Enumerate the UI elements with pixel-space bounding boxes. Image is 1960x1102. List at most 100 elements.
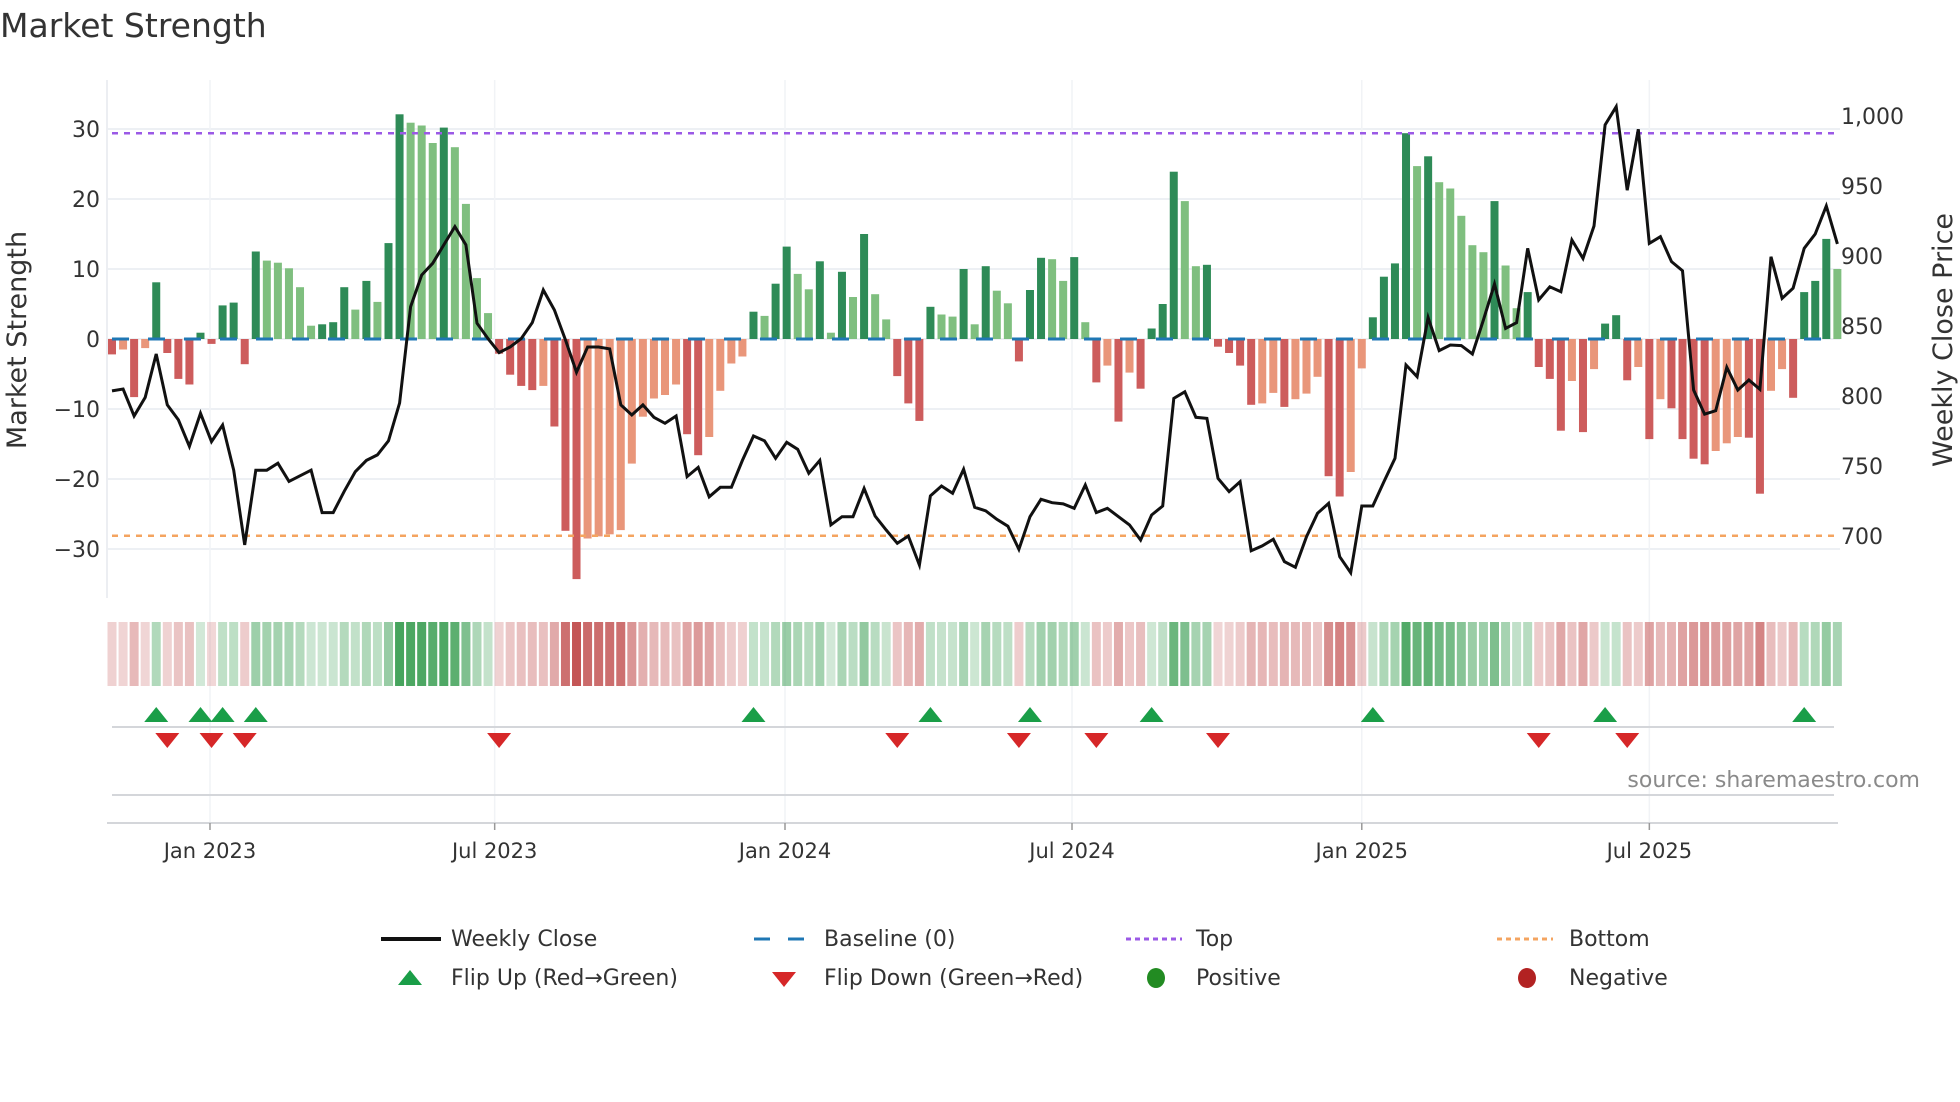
legend-item-negative[interactable]: Negative [1497, 961, 1668, 995]
strip-cell [450, 622, 460, 686]
strength-bar [804, 289, 813, 339]
strip-cell [793, 622, 803, 686]
strength-bar [284, 268, 293, 339]
legend-item-weekly-close[interactable]: Weekly Close [381, 922, 597, 956]
strip-cell [195, 622, 205, 686]
strip-cell [881, 622, 891, 686]
strip-cell [1301, 622, 1311, 686]
strip-cell [350, 622, 360, 686]
flip-up-marker [1792, 707, 1817, 722]
strip-cell [771, 622, 781, 686]
strip-cell [140, 622, 150, 686]
strength-bar [1778, 339, 1787, 370]
legend-item-top[interactable]: Top [1126, 922, 1233, 956]
strip-cell [173, 622, 183, 686]
strength-bar [1025, 290, 1034, 339]
y-tick-label: −20 [54, 468, 100, 493]
strip-cell [693, 622, 703, 686]
y-right-tick-label: 900 [1841, 245, 1883, 270]
strip-cell [1224, 622, 1234, 686]
x-tick-label: Jul 2025 [1605, 839, 1692, 863]
legend-item-baseline[interactable]: Baseline (0) [754, 922, 955, 956]
flip-down-marker [155, 733, 180, 748]
strip-cell [284, 622, 294, 686]
strength-bar [948, 316, 957, 339]
dotted-line-icon [1497, 937, 1553, 941]
strip-cell [527, 622, 537, 686]
strength-bar [119, 339, 128, 350]
strip-cell [1788, 622, 1798, 686]
strip-cell [1390, 622, 1400, 686]
strip-cell [1578, 622, 1588, 686]
y-axis-title: Market Strength [2, 231, 33, 449]
strength-bar [1446, 188, 1455, 339]
strength-bar [1601, 323, 1610, 339]
strip-cell [1346, 622, 1356, 686]
legend-item-flip-down[interactable]: Flip Down (Green→Red) [754, 961, 1083, 995]
strength-bar [893, 339, 902, 377]
strip-cell [118, 622, 128, 686]
strip-cell [439, 622, 449, 686]
strip-cell [848, 622, 858, 686]
y-tick-label: 30 [72, 118, 100, 143]
triangle-up-icon [398, 970, 422, 985]
strength-bar [1225, 339, 1234, 353]
strip-cell [1633, 622, 1643, 686]
legend-label: Top [1196, 926, 1234, 952]
strip-cell [1467, 622, 1477, 686]
strength-bar [1147, 328, 1156, 339]
strength-bar [1180, 201, 1189, 339]
strength-bar [417, 125, 426, 339]
flip-up-marker [918, 707, 943, 722]
strip-cell [151, 622, 161, 686]
strength-bar [528, 339, 537, 391]
strip-cell [262, 622, 272, 686]
strength-bar [594, 339, 603, 537]
strip-cell [1766, 622, 1776, 686]
strip-cell [428, 622, 438, 686]
strip-cell [207, 622, 217, 686]
strip-cell [1401, 622, 1411, 686]
strip-cell [1335, 622, 1345, 686]
legend-item-bottom[interactable]: Bottom [1497, 922, 1650, 956]
strip-cell [1180, 622, 1190, 686]
strip-cell [782, 622, 792, 686]
x-tick-label: Jul 2024 [1027, 839, 1114, 863]
y-right-axis-title: Weekly Close Price [1928, 213, 1959, 467]
y-tick-label: 10 [72, 258, 100, 283]
strip-cell [1777, 622, 1787, 686]
legend-label: Flip Down (Green→Red) [824, 965, 1084, 991]
strip-cell [1799, 622, 1809, 686]
strength-bar [351, 309, 360, 339]
strength-bar [1789, 339, 1798, 398]
strip-cell [1700, 622, 1710, 686]
strip-cell [472, 622, 482, 686]
legend-item-flip-up[interactable]: Flip Up (Red→Green) [381, 961, 678, 995]
strength-bars [108, 114, 1842, 580]
strength-heat-strip [107, 622, 1842, 686]
strip-cell [1125, 622, 1135, 686]
strength-bar [273, 262, 282, 339]
strength-bar [727, 339, 736, 364]
legend-item-positive[interactable]: Positive [1126, 961, 1281, 995]
strip-cell [1257, 622, 1267, 686]
strength-bar [627, 339, 636, 464]
strip-cell [594, 622, 604, 686]
strip-cell [1246, 622, 1256, 686]
strength-bar [782, 246, 791, 339]
strength-bar [1490, 201, 1499, 339]
strip-cell [572, 622, 582, 686]
strip-cell [1711, 622, 1721, 686]
strength-bar [1468, 245, 1477, 339]
strip-cell [1003, 622, 1013, 686]
strength-bar [1335, 339, 1344, 497]
strip-cell [1235, 622, 1245, 686]
strength-bar [1291, 339, 1300, 400]
strip-cell [1158, 622, 1168, 686]
strength-bar [760, 315, 769, 339]
strength-bar [837, 271, 846, 339]
strength-bar [1590, 339, 1599, 370]
strength-bar [1059, 280, 1068, 339]
strength-bar [1700, 339, 1709, 465]
strip-cell [1666, 622, 1676, 686]
